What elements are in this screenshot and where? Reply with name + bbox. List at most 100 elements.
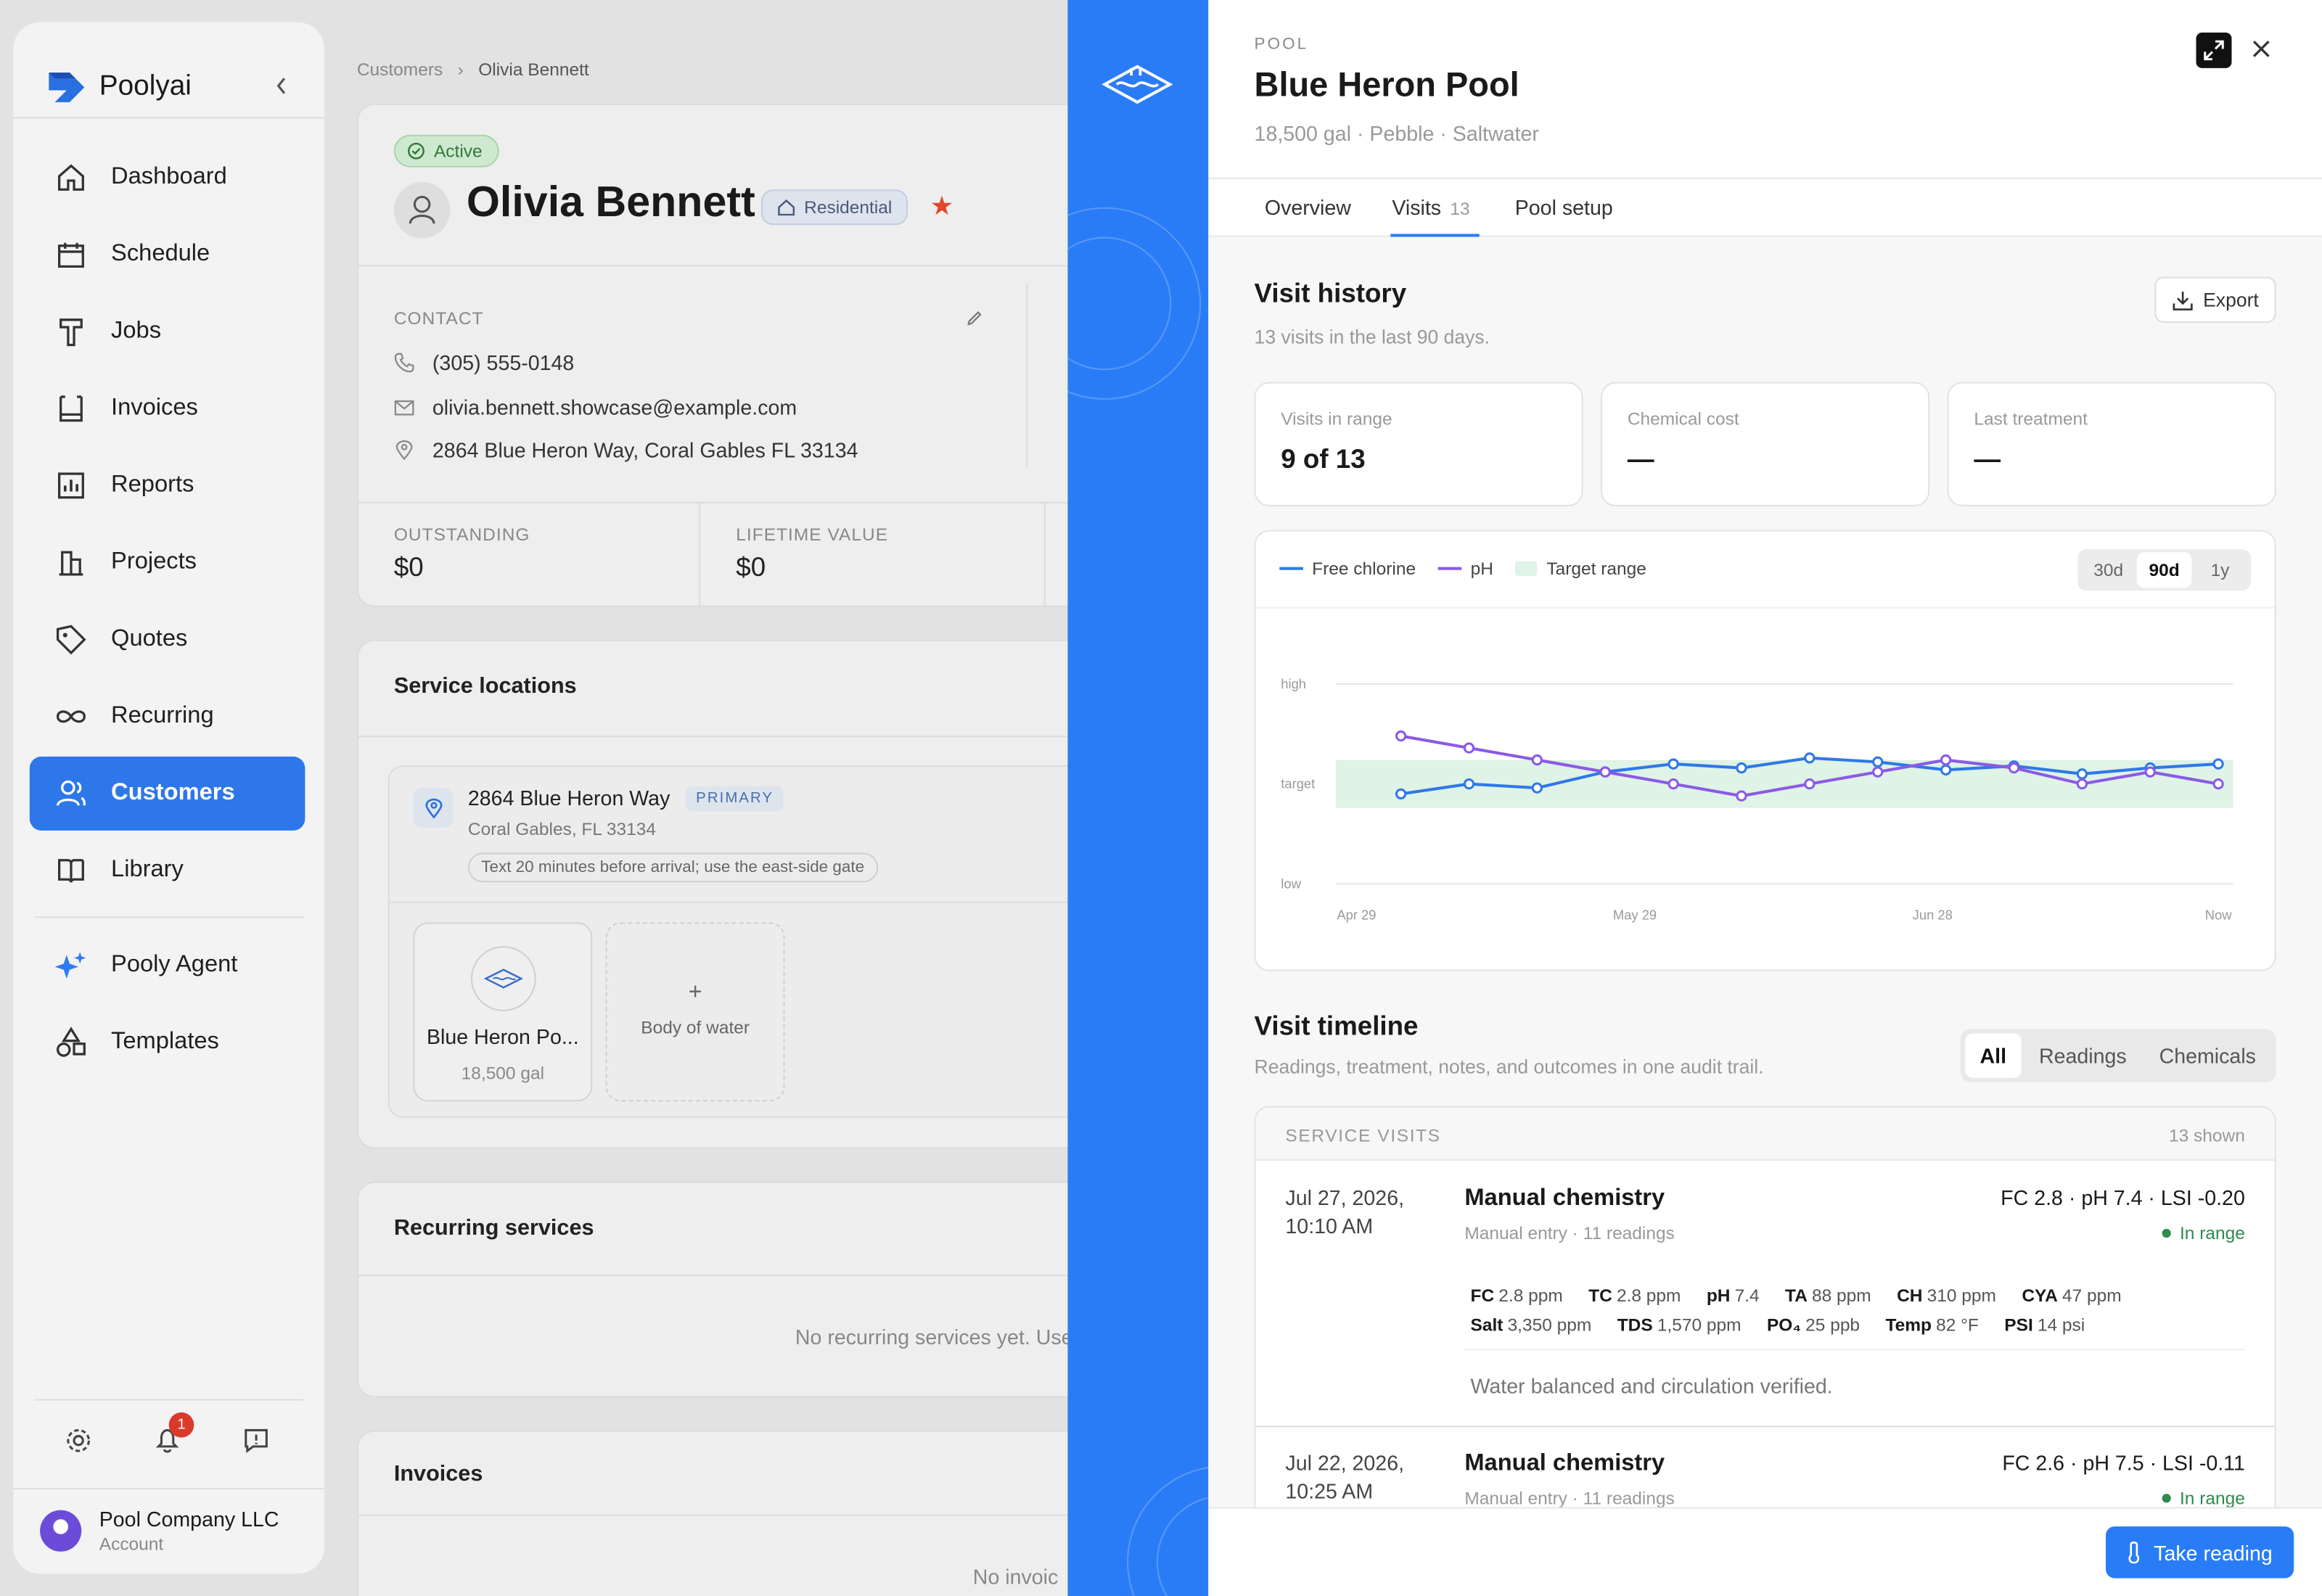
- contact-email[interactable]: olivia.bennett.showcase@example.com: [394, 395, 797, 419]
- visit-item[interactable]: Jul 27, 2026, 10:10 AM Manual chemistry …: [1256, 1161, 2275, 1426]
- primary-badge: PRIMARY: [685, 786, 784, 812]
- expand-button[interactable]: [2196, 32, 2232, 68]
- feedback-button[interactable]: [242, 1426, 271, 1455]
- reading: Temp 82 °F: [1885, 1315, 1979, 1336]
- sidebar-item-customers[interactable]: Customers: [29, 756, 305, 831]
- data-point: [1804, 752, 1816, 764]
- data-point: [1804, 778, 1816, 790]
- legend-swatch: [1515, 561, 1538, 576]
- account-switcher[interactable]: Pool Company LLC Account: [40, 1507, 279, 1555]
- sidebar-item-schedule[interactable]: Schedule: [30, 218, 305, 292]
- contact-label: CONTACT: [393, 308, 484, 329]
- collapse-sidebar-icon[interactable]: [274, 75, 289, 101]
- range-option-1y[interactable]: 1y: [2192, 552, 2248, 588]
- brand[interactable]: Poolyai: [46, 70, 192, 105]
- data-point: [2144, 766, 2156, 778]
- recurring-empty: No recurring services yet. Use: [795, 1325, 1073, 1349]
- location-pin: [413, 787, 454, 828]
- book-icon: [57, 859, 84, 883]
- receipt-icon: [60, 395, 83, 422]
- kpi-label: Chemical cost: [1627, 408, 1739, 429]
- service-visits-list: SERVICE VISITS 13 shown Jul 27, 2026, 10…: [1254, 1106, 2276, 1507]
- pool-icon: [484, 968, 523, 989]
- favorite-star-icon[interactable]: ★: [930, 191, 954, 222]
- divider: [358, 736, 1126, 738]
- sidebar-item-label: Invoices: [111, 395, 198, 421]
- customer-avatar: [393, 182, 451, 239]
- users-icon: [56, 780, 86, 806]
- kpi-value: —: [1627, 444, 1654, 474]
- filter-chemicals[interactable]: Chemicals: [2144, 1033, 2270, 1077]
- add-body-of-water-button[interactable]: + Body of water: [605, 922, 785, 1102]
- sidebar-item-dashboard[interactable]: Dashboard: [30, 141, 305, 215]
- location-item[interactable]: 2864 Blue Heron Way PRIMARY Coral Gables…: [387, 765, 1158, 1118]
- sidebar-item-label: Customers: [111, 780, 235, 806]
- edit-contact-button[interactable]: [966, 308, 983, 334]
- visit-note: Water balanced and circulation verified.: [1470, 1373, 1833, 1398]
- invoices-title: Invoices: [393, 1461, 483, 1486]
- tag-icon: [56, 625, 86, 655]
- home-icon: [778, 199, 795, 216]
- sidebar-item-jobs[interactable]: Jobs: [30, 295, 305, 369]
- drawer-eyebrow: POOL: [1254, 35, 1309, 54]
- sidebar-item-pooly-agent[interactable]: Pooly Agent: [30, 929, 305, 1003]
- filter-all[interactable]: All: [1965, 1033, 2022, 1078]
- visit-timeline-title: Visit timeline: [1254, 1011, 1419, 1041]
- shapes-icon: [56, 1027, 86, 1057]
- visit-status: In range: [2162, 1223, 2245, 1243]
- sidebar-item-library[interactable]: Library: [30, 834, 305, 908]
- tab-pool-setup[interactable]: Pool setup: [1515, 195, 1613, 219]
- sidebar: Poolyai Dashboard Schedule Jobs Invoices…: [13, 22, 324, 1574]
- sidebar-item-label: Recurring: [111, 703, 214, 729]
- download-icon: [2172, 291, 2193, 310]
- divider: [33, 916, 304, 918]
- close-button[interactable]: [2245, 33, 2278, 65]
- reading: CYA 47 ppm: [2022, 1285, 2122, 1306]
- kpi-visits-in-range: Visits in range 9 of 13: [1254, 382, 1583, 506]
- lifetime-value: $0: [736, 552, 766, 583]
- sidebar-item-invoices[interactable]: Invoices: [30, 371, 305, 445]
- notifications-button[interactable]: 1: [152, 1412, 194, 1455]
- recurring-services-card: Recurring services No recurring services…: [356, 1181, 1128, 1398]
- visits-content: Visit history 13 visits in the last 90 d…: [1208, 236, 2322, 1507]
- divider: [13, 117, 324, 119]
- data-point: [2076, 778, 2088, 790]
- gear-icon: [67, 1428, 90, 1452]
- account-label: Account: [99, 1534, 164, 1555]
- legend-free-chlorine: Free chlorine: [1279, 558, 1416, 579]
- reading: PSI 14 psi: [2004, 1315, 2085, 1336]
- contact-phone[interactable]: (305) 555-0148: [394, 351, 574, 374]
- sidebar-item-label: Reports: [111, 472, 194, 498]
- close-icon: [2252, 40, 2270, 57]
- settings-button[interactable]: [64, 1426, 94, 1455]
- chart-legend: Free chlorine pH Target range: [1279, 558, 1646, 579]
- legend-swatch: [1437, 567, 1462, 570]
- sidebar-item-recurring[interactable]: Recurring: [30, 680, 305, 754]
- contact-address[interactable]: 2864 Blue Heron Way, Coral Gables FL 331…: [394, 438, 858, 462]
- visits-count: 13: [1450, 198, 1470, 220]
- visit-item[interactable]: Jul 22, 2026, 10:25 AM Manual chemistry …: [1256, 1426, 2275, 1507]
- notification-badge: 1: [168, 1412, 194, 1438]
- range-option-90d[interactable]: 90d: [2136, 552, 2193, 588]
- tab-visits[interactable]: Visits 13: [1392, 195, 1469, 219]
- sidebar-item-projects[interactable]: Projects: [30, 525, 305, 599]
- person-icon: [409, 195, 435, 224]
- divider: [358, 501, 1126, 503]
- tab-overview[interactable]: Overview: [1265, 195, 1351, 219]
- body-of-water-card[interactable]: Blue Heron Po... 18,500 gal: [413, 922, 593, 1102]
- sidebar-item-quotes[interactable]: Quotes: [30, 603, 305, 677]
- reading: pH 7.4: [1706, 1285, 1760, 1306]
- take-reading-button[interactable]: Take reading: [2106, 1526, 2294, 1579]
- sidebar-item-label: Jobs: [111, 318, 162, 344]
- range-option-30d[interactable]: 30d: [2080, 552, 2136, 588]
- sidebar-item-label: Pooly Agent: [111, 952, 238, 977]
- sidebar-item-label: Library: [111, 857, 184, 883]
- breadcrumb-parent[interactable]: Customers: [357, 59, 443, 81]
- kpi-value: 9 of 13: [1281, 444, 1366, 474]
- sidebar-utility-icons: 1: [64, 1412, 271, 1455]
- filter-readings[interactable]: Readings: [2024, 1033, 2142, 1077]
- export-button[interactable]: Export: [2154, 276, 2276, 323]
- sparkles-icon: [54, 952, 86, 979]
- sidebar-item-templates[interactable]: Templates: [30, 1005, 305, 1079]
- sidebar-item-reports[interactable]: Reports: [30, 448, 305, 522]
